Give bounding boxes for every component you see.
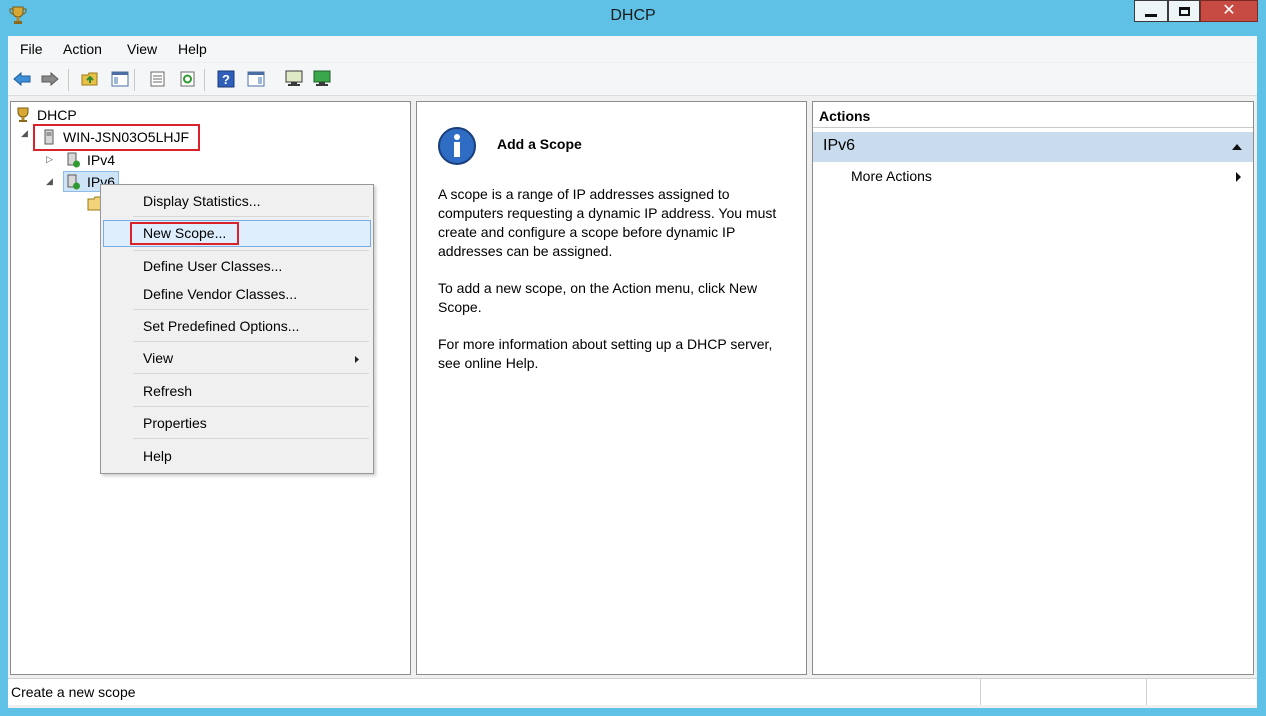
tree-node-label: DHCP — [37, 107, 77, 123]
export-list-icon — [150, 71, 165, 87]
status-text: Create a new scope — [11, 684, 136, 700]
svg-text:?: ? — [222, 72, 230, 87]
help-button[interactable]: ? — [216, 69, 236, 89]
refresh-button[interactable] — [178, 69, 198, 89]
menu-item-define-vendor-classes[interactable]: Define Vendor Classes... — [143, 286, 297, 302]
tree-node-ipv4[interactable]: IPv4 — [65, 150, 115, 170]
computer-authorize-icon — [313, 70, 331, 86]
ipv4-server-icon — [67, 152, 80, 168]
toolbar: ? — [8, 63, 1257, 96]
help-icon: ? — [217, 70, 235, 88]
window-title: DHCP — [610, 7, 656, 24]
menu-item-properties[interactable]: Properties — [143, 415, 207, 431]
maximize-button[interactable] — [1168, 0, 1200, 22]
content-paragraph-help: For more information about setting up a … — [438, 336, 773, 371]
show-hide-console-tree-button[interactable] — [110, 69, 130, 89]
show-action-pane-button[interactable] — [246, 69, 266, 89]
tree-node-server[interactable]: WIN-JSN03O5LHJF — [41, 127, 189, 147]
tree-node-dhcp[interactable]: DHCP — [15, 105, 77, 125]
content-heading: Add a Scope — [497, 136, 582, 152]
menu-help[interactable]: Help — [178, 41, 207, 57]
tree-node-label: WIN-JSN03O5LHJF — [63, 129, 190, 145]
toolbar-separator — [134, 69, 135, 91]
content-paragraph-action: To add a new scope, on the Action menu, … — [438, 280, 758, 315]
monitor-icon — [285, 70, 303, 86]
refresh-icon — [180, 71, 195, 87]
menu-separator — [133, 406, 369, 407]
menu-view[interactable]: View — [127, 41, 157, 57]
actions-pane: Actions IPv6 More Actions — [812, 101, 1254, 675]
minimize-icon — [1145, 13, 1157, 17]
export-list-button[interactable] — [148, 69, 168, 89]
new-scope-highlight-box — [130, 222, 239, 245]
menu-separator — [133, 373, 369, 374]
forward-arrow-icon — [41, 71, 59, 87]
info-icon — [438, 127, 476, 165]
window-client-area: File Action View Help ? DHCP ◢ WIN-JSN03… — [8, 36, 1257, 708]
submenu-arrow-icon — [355, 356, 359, 363]
console-tree-icon — [111, 71, 129, 87]
actions-header-label: Actions — [819, 108, 871, 124]
status-cell — [980, 679, 981, 705]
menu-item-display-statistics[interactable]: Display Statistics... — [143, 193, 260, 209]
menu-separator — [133, 250, 369, 251]
menu-bar: File Action View Help — [8, 36, 1257, 62]
menu-separator — [133, 309, 369, 310]
actions-header: Actions — [813, 102, 1253, 128]
actions-section-label: IPv6 — [823, 137, 856, 154]
toolbar-separator — [68, 69, 69, 91]
actions-section-ipv6[interactable]: IPv6 — [813, 132, 1253, 162]
menu-item-view[interactable]: View — [143, 350, 173, 366]
up-one-level-button[interactable] — [80, 69, 100, 89]
menu-item-define-user-classes[interactable]: Define User Classes... — [143, 258, 282, 274]
server-icon — [44, 129, 54, 145]
menu-file[interactable]: File — [20, 41, 43, 57]
menu-item-help[interactable]: Help — [143, 448, 172, 464]
forward-button[interactable] — [40, 69, 60, 89]
tree-node-label: IPv4 — [87, 152, 116, 168]
close-icon: ✕ — [1222, 2, 1236, 19]
menu-separator — [133, 438, 369, 439]
title-bar: DHCP ✕ — [0, 0, 1266, 36]
toolbar-separator — [204, 69, 205, 91]
menu-separator — [133, 341, 369, 342]
action-pane-icon — [247, 71, 265, 87]
dhcp-trophy-icon — [17, 107, 29, 122]
status-bar: Create a new scope — [8, 678, 1257, 705]
menu-separator — [133, 216, 369, 217]
menu-action[interactable]: Action — [63, 41, 102, 57]
expanded-arrow-icon[interactable]: ◢ — [46, 176, 60, 187]
status-cell — [1146, 679, 1147, 705]
collapsed-arrow-icon[interactable]: ▷ — [46, 154, 60, 165]
submenu-arrow-icon — [1236, 172, 1241, 182]
close-button[interactable]: ✕ — [1200, 0, 1258, 22]
back-arrow-icon — [13, 71, 31, 87]
content-pane: Add a Scope A scope is a range of IP add… — [416, 101, 807, 675]
collapse-up-icon[interactable] — [1231, 143, 1243, 151]
back-button[interactable] — [12, 69, 32, 89]
menu-item-refresh[interactable]: Refresh — [143, 383, 192, 399]
context-menu: Display Statistics... New Scope... Defin… — [100, 184, 374, 474]
menu-item-set-predefined-options[interactable]: Set Predefined Options... — [143, 318, 299, 334]
monitor-button[interactable] — [284, 69, 304, 89]
authorize-server-button[interactable] — [312, 69, 332, 89]
content-paragraph-intro: A scope is a range of IP addresses assig… — [438, 186, 777, 259]
folder-up-icon — [81, 72, 98, 86]
minimize-button[interactable] — [1134, 0, 1168, 22]
more-actions-item[interactable]: More Actions — [851, 168, 932, 184]
maximize-icon — [1178, 6, 1190, 16]
ipv6-server-icon — [67, 174, 80, 190]
